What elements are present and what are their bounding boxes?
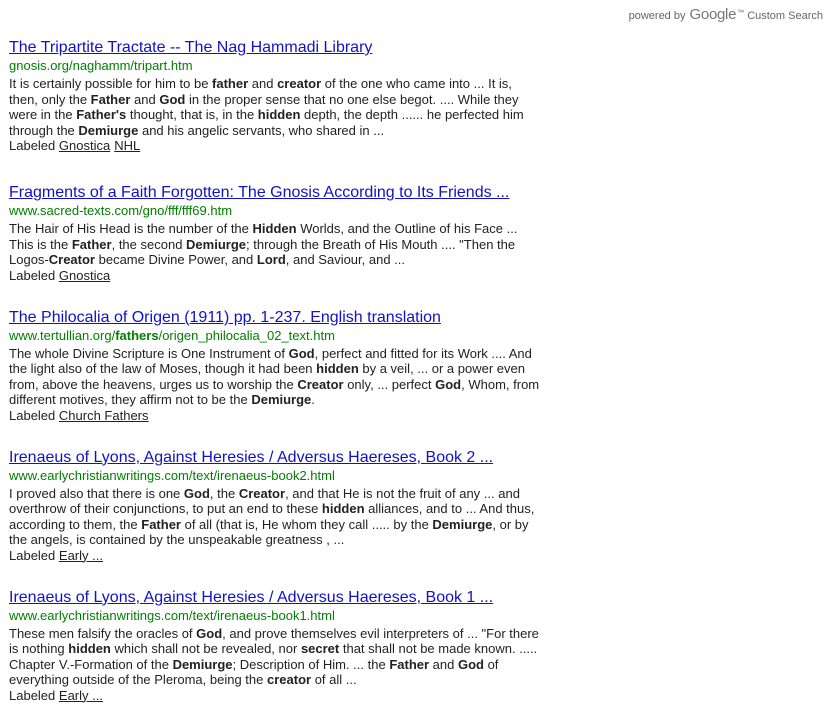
label-link[interactable]: Gnostica [59, 268, 110, 283]
result-labels: Labeled Church Fathers [9, 408, 544, 423]
search-result: Irenaeus of Lyons, Against Heresies / Ad… [9, 588, 544, 703]
result-url: www.earlychristianwritings.com/text/iren… [9, 607, 335, 623]
custom-search-text: Custom Search [747, 10, 823, 22]
result-labels: Labeled Gnostica [9, 268, 544, 283]
result-snippet: The whole Divine Scripture is One Instru… [9, 345, 540, 408]
result-title-link[interactable]: Fragments of a Faith Forgotten: The Gnos… [9, 183, 544, 202]
label-link[interactable]: Early ... [59, 688, 103, 703]
result-title-link[interactable]: Irenaeus of Lyons, Against Heresies / Ad… [9, 588, 544, 607]
labels-prefix: Labeled [9, 547, 56, 563]
label-link[interactable]: Church Fathers [59, 408, 149, 423]
search-result: The Philocalia of Origen (1911) pp. 1-23… [9, 308, 544, 423]
result-url: www.tertullian.org/fathers/origen_philoc… [9, 327, 335, 343]
search-result: The Tripartite Tractate -- The Nag Hamma… [9, 38, 544, 153]
result-url: www.earlychristianwritings.com/text/iren… [9, 467, 335, 483]
result-snippet: I proved also that there is one God, the… [9, 485, 535, 548]
result-title-link[interactable]: Irenaeus of Lyons, Against Heresies / Ad… [9, 448, 544, 467]
result-title-link[interactable]: The Philocalia of Origen (1911) pp. 1-23… [9, 308, 544, 327]
search-results-list: The Tripartite Tractate -- The Nag Hamma… [9, 38, 544, 728]
label-link[interactable]: Gnostica [59, 138, 110, 153]
result-snippet: These men falsify the oracles of God, an… [9, 625, 539, 688]
labels-prefix: Labeled [9, 267, 56, 283]
result-url: www.sacred-texts.com/gno/fff/fff69.htm [9, 203, 233, 218]
result-url: gnosis.org/naghamm/tripart.htm [9, 58, 193, 73]
result-labels: Labeled Gnostica NHL [9, 138, 544, 153]
search-result: Fragments of a Faith Forgotten: The Gnos… [9, 183, 544, 283]
google-custom-search-branding: powered by Google™ Custom Search [629, 6, 823, 23]
search-result: Irenaeus of Lyons, Against Heresies / Ad… [9, 448, 544, 563]
powered-by-text: powered by [628, 10, 686, 22]
result-title-link[interactable]: The Tripartite Tractate -- The Nag Hamma… [9, 38, 544, 57]
result-snippet: It is certainly possible for him to be f… [9, 76, 524, 138]
result-snippet: The Hair of His Head is the number of th… [9, 221, 518, 267]
label-link[interactable]: NHL [114, 138, 140, 153]
result-labels: Labeled Early ... [9, 548, 544, 563]
result-labels: Labeled Early ... [9, 688, 544, 703]
google-logo: Google [689, 6, 737, 23]
trademark-symbol: ™ [737, 9, 745, 17]
labels-prefix: Labeled [9, 138, 56, 153]
label-link[interactable]: Early ... [59, 548, 103, 563]
labels-prefix: Labeled [9, 687, 56, 703]
labels-prefix: Labeled [9, 407, 56, 423]
